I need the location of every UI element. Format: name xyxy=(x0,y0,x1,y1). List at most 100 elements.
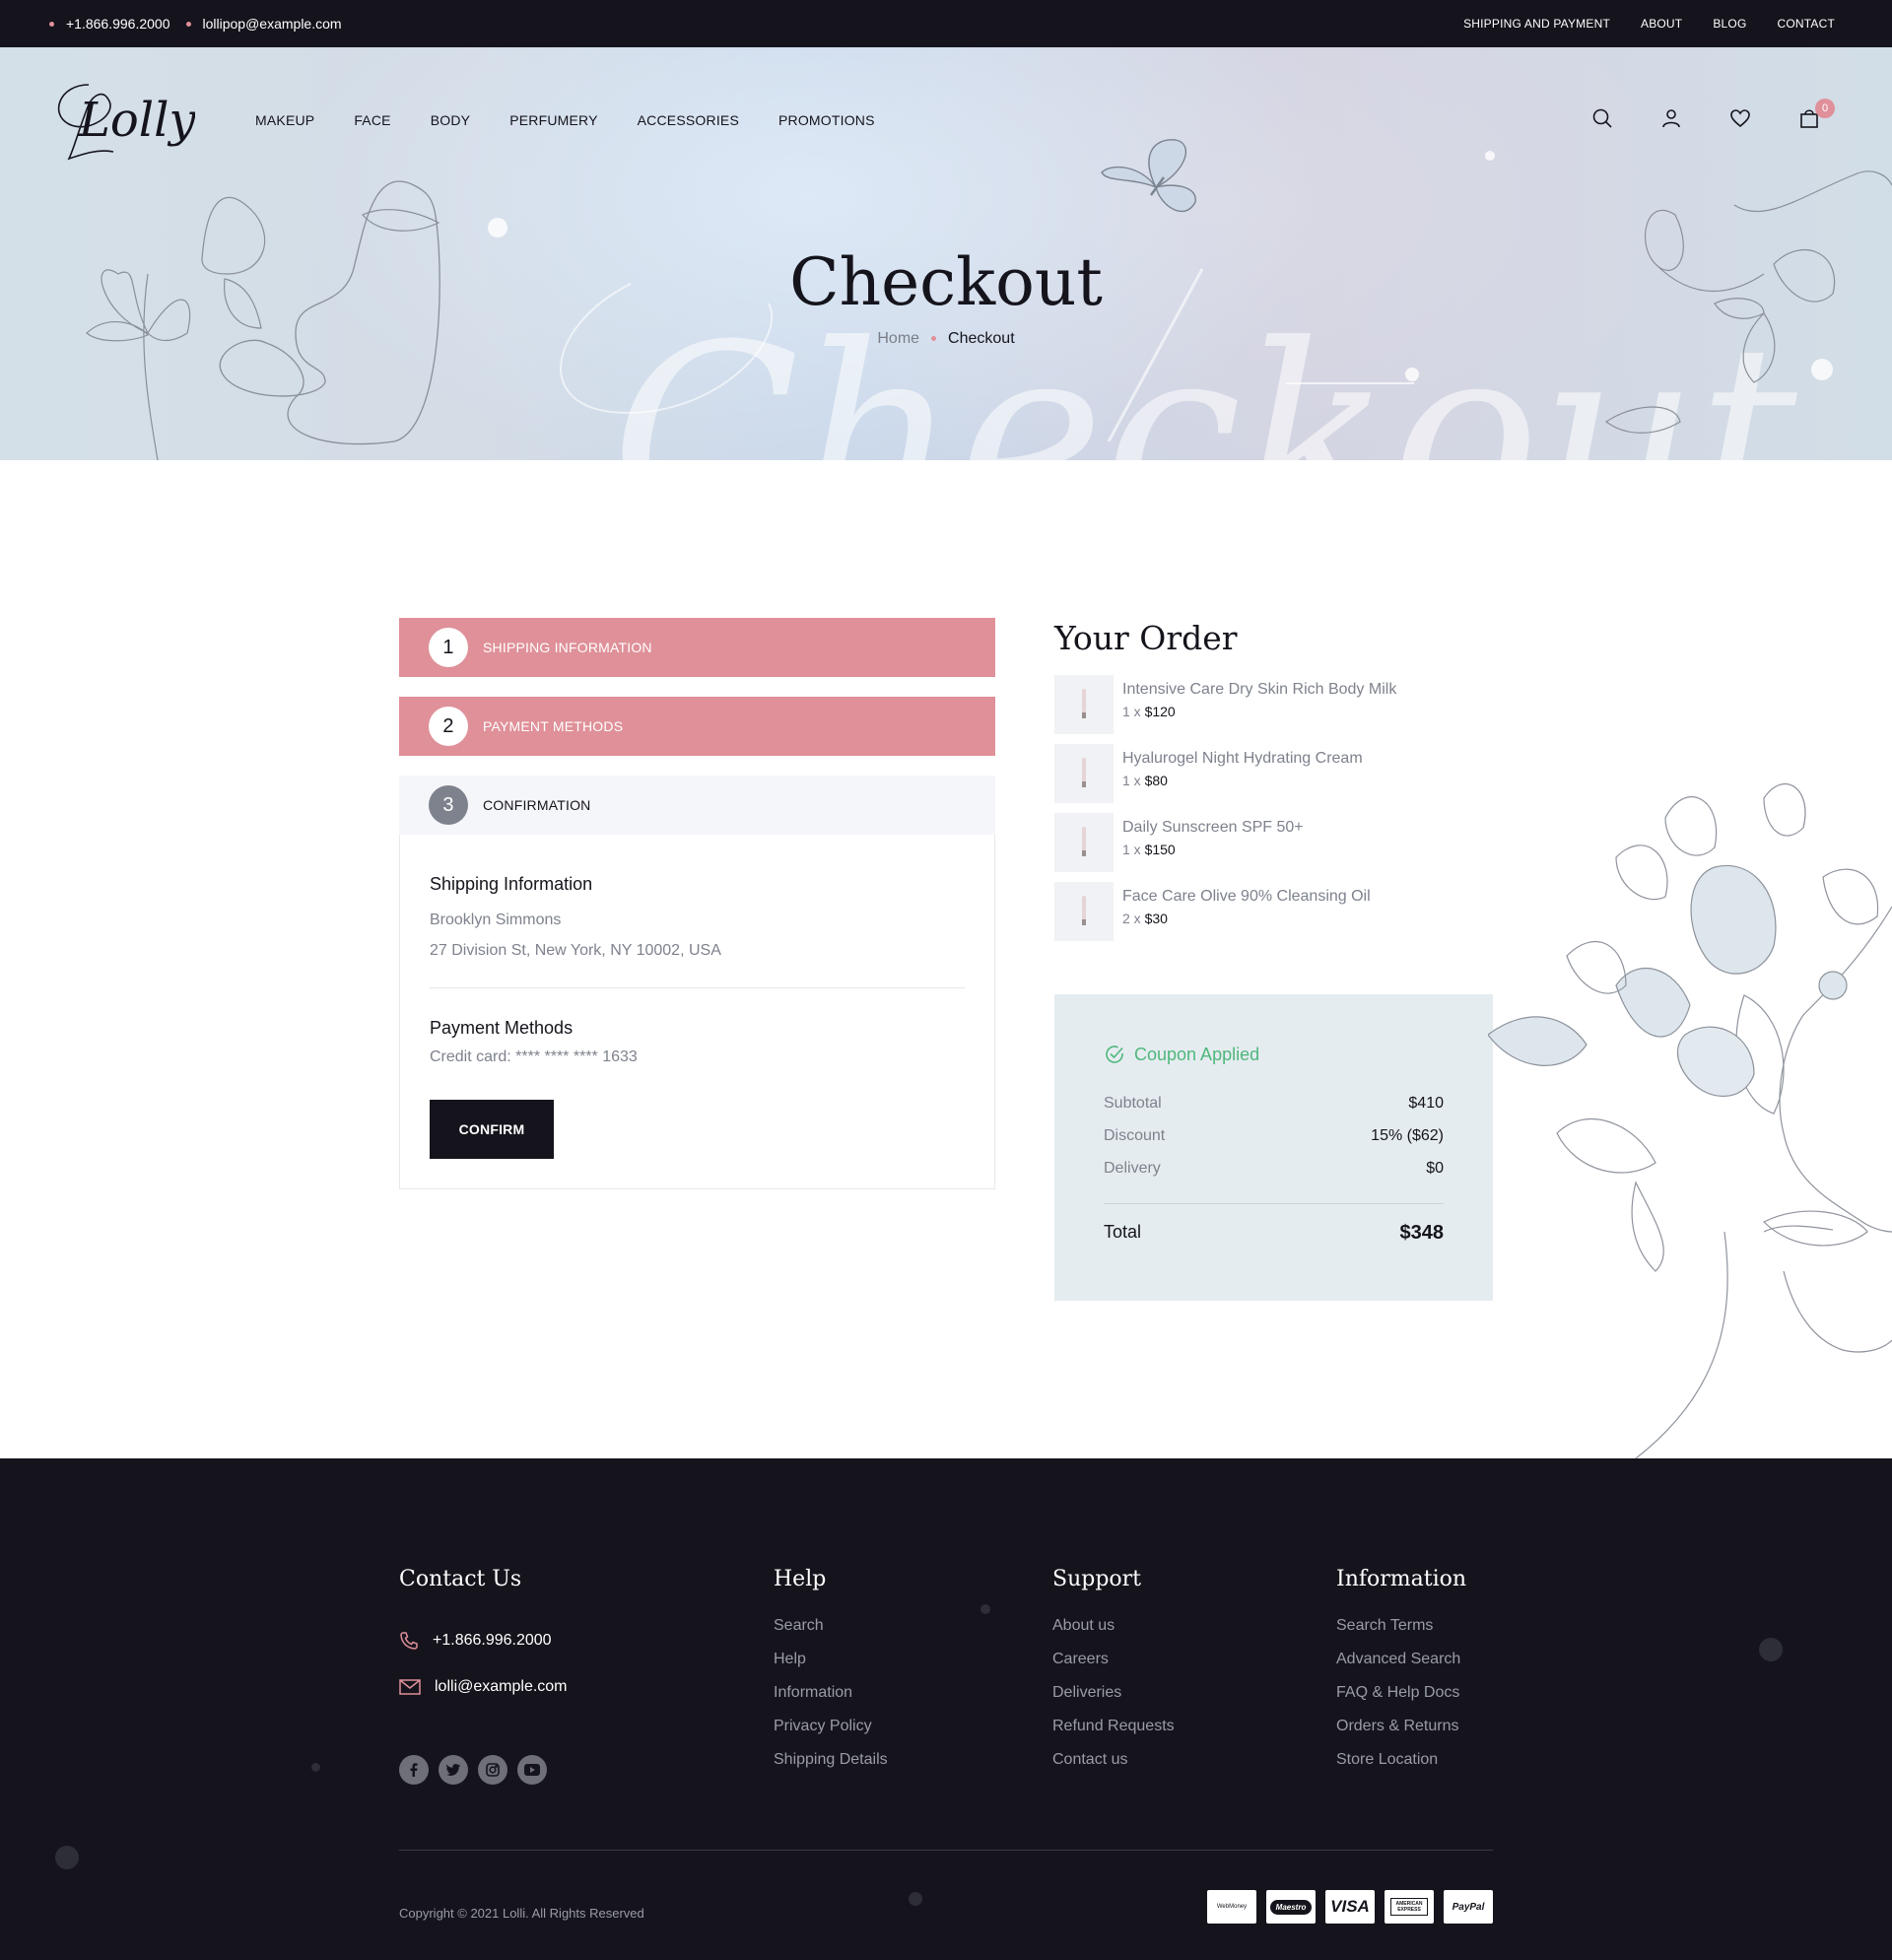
decor-dot xyxy=(980,1604,990,1614)
footer-link[interactable]: Shipping Details xyxy=(774,1751,888,1785)
top-links: SHIPPING AND PAYMENT ABOUT BLOG CONTACT xyxy=(1463,17,1835,31)
footer-support: Support About us Careers Deliveries Refu… xyxy=(1052,1567,1175,1785)
breadcrumb: Home Checkout xyxy=(0,330,1892,348)
webmoney-icon: WebMoney xyxy=(1207,1890,1256,1924)
product-name[interactable]: Hyalurogel Night Hydrating Cream xyxy=(1122,750,1363,768)
facebook-icon[interactable] xyxy=(399,1755,429,1785)
shipping-address: 27 Division St, New York, NY 10002, USA xyxy=(430,942,721,959)
user-icon[interactable] xyxy=(1659,106,1683,130)
decor-dot xyxy=(55,1846,79,1869)
visa-icon: VISA xyxy=(1325,1890,1375,1924)
cart-icon[interactable]: 0 xyxy=(1797,99,1835,130)
footer-link[interactable]: Refund Requests xyxy=(1052,1718,1175,1751)
coupon-label: Coupon Applied xyxy=(1134,1044,1260,1064)
search-icon[interactable] xyxy=(1590,106,1614,130)
breadcrumb-current: Checkout xyxy=(948,330,1015,347)
footer-info-title: Information xyxy=(1336,1567,1467,1591)
product-name[interactable]: Daily Sunscreen SPF 50+ xyxy=(1122,819,1304,837)
footer-email-text: lolli@example.com xyxy=(435,1677,568,1695)
confirm-button[interactable]: CONFIRM xyxy=(430,1100,554,1159)
header-icons: 0 xyxy=(1590,99,1835,130)
youtube-icon[interactable] xyxy=(517,1755,547,1785)
amex-icon: AMERICAN EXPRESS xyxy=(1385,1890,1434,1924)
top-link-blog[interactable]: BLOG xyxy=(1713,17,1746,31)
summary-value: 15% ($62) xyxy=(1371,1127,1444,1144)
summary-label: Delivery xyxy=(1104,1160,1161,1177)
product-qty: 1 x xyxy=(1122,773,1141,788)
step-confirmation[interactable]: 3 CONFIRMATION xyxy=(399,776,995,835)
product-thumbnail[interactable] xyxy=(1054,675,1114,734)
footer-link[interactable]: Careers xyxy=(1052,1651,1175,1684)
nav-accessories[interactable]: ACCESSORIES xyxy=(638,112,739,128)
social-links xyxy=(399,1755,568,1785)
nav-body[interactable]: BODY xyxy=(431,112,470,128)
maestro-icon: Maestro xyxy=(1266,1890,1316,1924)
summary-label: Subtotal xyxy=(1104,1095,1162,1112)
top-link-shipping[interactable]: SHIPPING AND PAYMENT xyxy=(1463,17,1610,31)
footer-help-title: Help xyxy=(774,1567,827,1591)
nav-perfumery[interactable]: PERFUMERY xyxy=(509,112,597,128)
top-email[interactable]: lollipop@example.com xyxy=(203,16,342,32)
footer-link[interactable]: Help xyxy=(774,1651,888,1684)
footer-link[interactable]: About us xyxy=(1052,1617,1175,1651)
footer-email[interactable]: lolli@example.com xyxy=(399,1663,568,1710)
bullet-dot xyxy=(185,21,191,27)
nav-makeup[interactable]: MAKEUP xyxy=(255,112,314,128)
top-phone[interactable]: +1.866.996.2000 xyxy=(66,16,170,32)
product-thumbnail[interactable] xyxy=(1054,882,1114,941)
footer-link[interactable]: Search xyxy=(774,1617,888,1651)
step-number: 2 xyxy=(429,707,468,746)
footer-link[interactable]: Information xyxy=(774,1684,888,1718)
step-label: SHIPPING INFORMATION xyxy=(483,640,652,655)
footer-divider xyxy=(399,1850,1493,1851)
product-thumbnail[interactable] xyxy=(1054,813,1114,872)
footer-link[interactable]: Orders & Returns xyxy=(1336,1718,1466,1751)
step-shipping[interactable]: 1 SHIPPING INFORMATION xyxy=(399,618,995,677)
footer-link[interactable]: Deliveries xyxy=(1052,1684,1175,1718)
summary-row-subtotal: Subtotal $410 xyxy=(1104,1095,1444,1127)
order-item: Daily Sunscreen SPF 50+ 1 x $150 xyxy=(1054,813,1493,872)
floral-face-illustration xyxy=(1488,783,1892,1458)
footer-link[interactable]: FAQ & Help Docs xyxy=(1336,1684,1466,1718)
coupon-status: Coupon Applied xyxy=(1104,1044,1444,1065)
product-price: $30 xyxy=(1144,911,1168,926)
shipping-name: Brooklyn Simmons xyxy=(430,912,562,928)
breadcrumb-home[interactable]: Home xyxy=(877,330,919,347)
nav-promotions[interactable]: PROMOTIONS xyxy=(778,112,875,128)
footer-link[interactable]: Privacy Policy xyxy=(774,1718,888,1751)
decor-dot xyxy=(311,1763,320,1772)
top-link-contact[interactable]: CONTACT xyxy=(1777,17,1835,31)
footer-link[interactable]: Search Terms xyxy=(1336,1617,1466,1651)
product-name[interactable]: Face Care Olive 90% Cleansing Oil xyxy=(1122,888,1371,906)
footer-help: Help Search Help Information Privacy Pol… xyxy=(774,1567,888,1785)
paypal-icon: PayPal xyxy=(1444,1890,1493,1924)
summary-value: $410 xyxy=(1408,1095,1444,1112)
product-qty: 2 x xyxy=(1122,911,1141,926)
product-name[interactable]: Intensive Care Dry Skin Rich Body Milk xyxy=(1122,681,1396,699)
lolly-logo[interactable]: Lolly xyxy=(49,75,195,169)
twitter-icon[interactable] xyxy=(439,1755,468,1785)
heart-icon[interactable] xyxy=(1728,106,1752,130)
top-contact: +1.866.996.2000 lollipop@example.com xyxy=(49,16,342,32)
step-number: 1 xyxy=(429,628,468,667)
decor-dot xyxy=(1759,1638,1783,1661)
top-link-about[interactable]: ABOUT xyxy=(1641,17,1682,31)
nav-face[interactable]: FACE xyxy=(354,112,390,128)
footer-link[interactable]: Store Location xyxy=(1336,1751,1466,1785)
phone-icon xyxy=(400,1631,418,1650)
footer-information: Information Search Terms Advanced Search… xyxy=(1336,1567,1466,1785)
order-summary: Coupon Applied Subtotal $410 Discount 15… xyxy=(1054,994,1493,1301)
total-label: Total xyxy=(1104,1222,1142,1242)
footer-phone[interactable]: +1.866.996.2000 xyxy=(399,1617,568,1663)
footer-link[interactable]: Advanced Search xyxy=(1336,1651,1466,1684)
step-payment[interactable]: 2 PAYMENT METHODS xyxy=(399,697,995,756)
payment-methods-logos: WebMoney Maestro VISA AMERICAN EXPRESS P… xyxy=(1207,1890,1493,1924)
summary-total: Total $348 xyxy=(1104,1222,1444,1245)
bullet-dot xyxy=(49,21,54,27)
footer-link[interactable]: Contact us xyxy=(1052,1751,1175,1785)
order-title: Your Order xyxy=(1054,619,1238,657)
payment-card: Credit card: **** **** **** 1633 xyxy=(430,1048,638,1065)
instagram-icon[interactable] xyxy=(478,1755,507,1785)
product-thumbnail[interactable] xyxy=(1054,744,1114,803)
breadcrumb-separator xyxy=(931,336,937,342)
